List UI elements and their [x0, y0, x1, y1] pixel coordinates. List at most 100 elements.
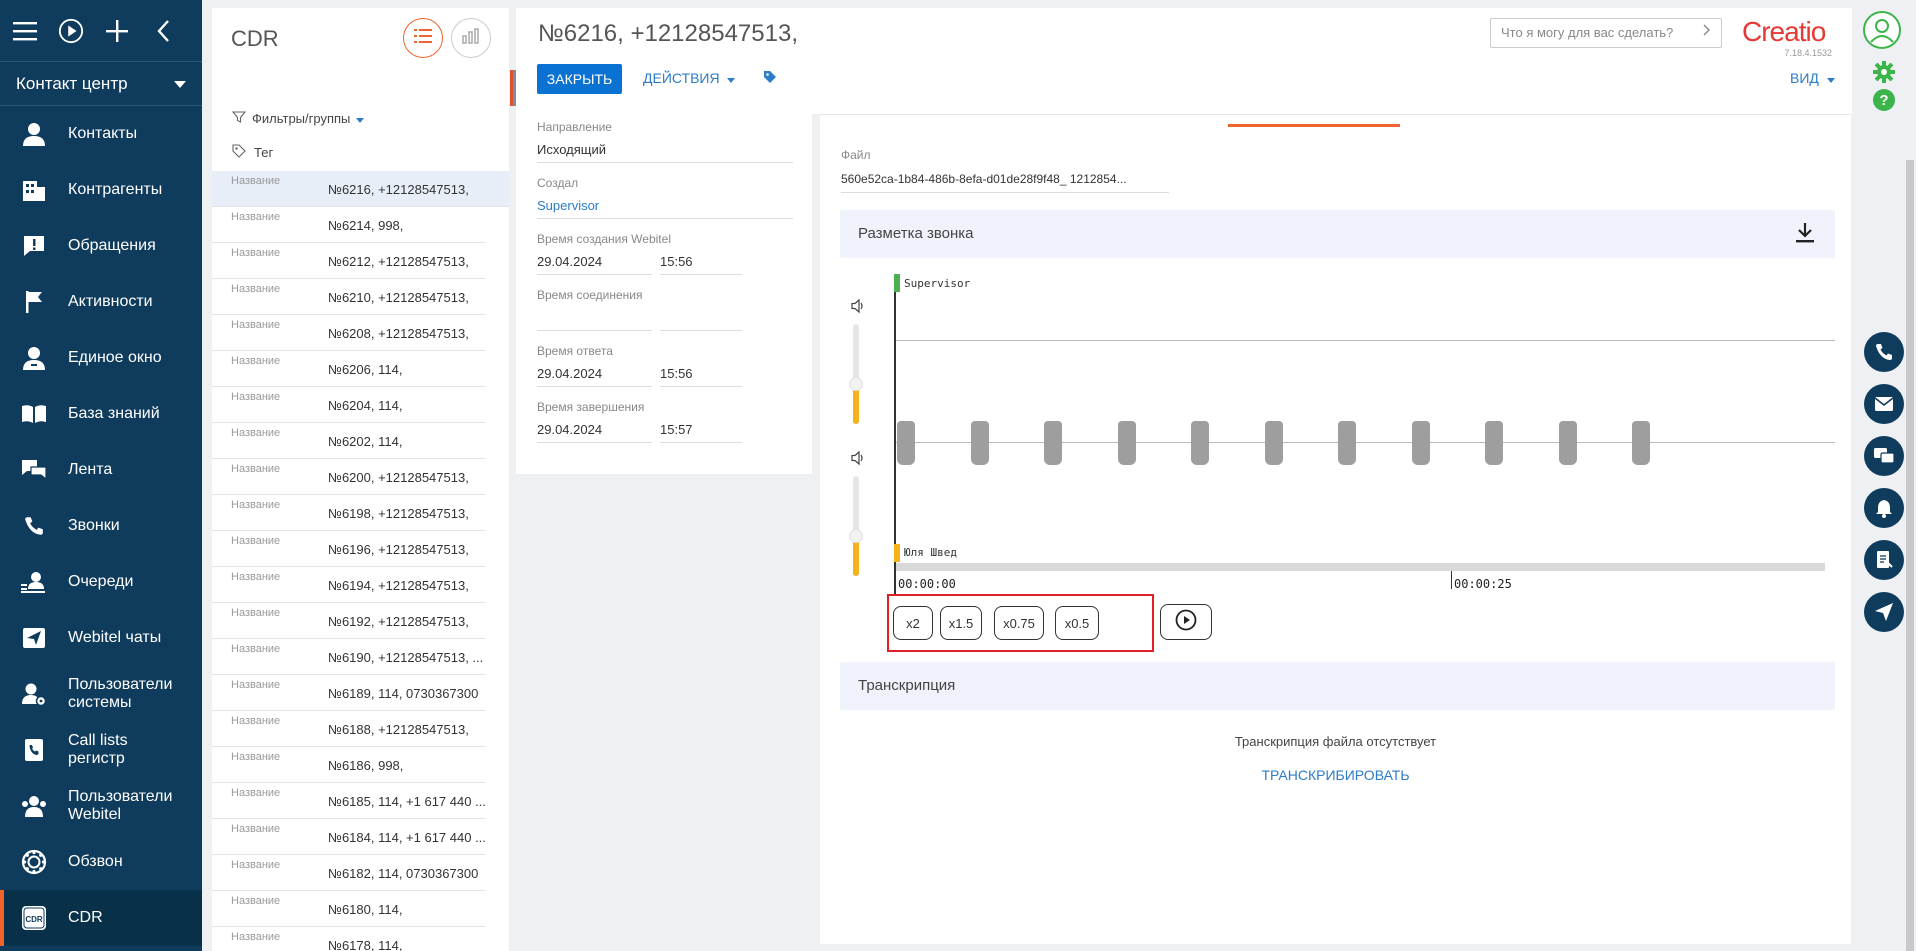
list-item[interactable]: Название №6184, 114, +1 617 440 ... — [212, 819, 486, 855]
nav-item[interactable]: Очереди — [0, 554, 202, 610]
waveform[interactable]: Supervisor Юля Швед 00:00:00 00:00:25 — [894, 274, 1835, 594]
volume-slider-top[interactable] — [849, 324, 863, 424]
search-placeholder: Что я могу для вас сделать? — [1501, 25, 1674, 40]
speaker-icon[interactable] — [850, 298, 866, 319]
list-item[interactable]: Название №6214, 998, — [212, 207, 485, 243]
list-view-button[interactable] — [403, 18, 443, 58]
nav-item[interactable]: Пользователи системы — [0, 666, 202, 722]
list-item[interactable]: Название №6210, +12128547513, — [212, 279, 485, 315]
nav-item-label: Обращения — [68, 237, 156, 254]
speed-x2-button[interactable]: x2 — [893, 606, 933, 640]
tag-filter-button[interactable]: Тег — [232, 144, 273, 161]
list-item[interactable]: Название №6200, +12128547513, — [212, 459, 485, 495]
play-circle-icon[interactable] — [58, 18, 84, 44]
nav-item[interactable]: Звонки — [0, 498, 202, 554]
nav-item[interactable]: Обращения — [0, 218, 202, 274]
send-icon[interactable] — [1864, 592, 1904, 632]
bell-icon[interactable] — [1864, 488, 1904, 528]
search-input[interactable]: Что я могу для вас сделать? — [1490, 18, 1722, 48]
list-item[interactable]: Название №6196, +12128547513, — [212, 531, 485, 567]
speed-x1-5-button[interactable]: x1.5 — [940, 606, 982, 640]
file-value[interactable]: 560e52ca-1b84-486b-8efa-d01de28f9f48_ 12… — [841, 172, 1169, 193]
end-time-field: Время завершения 29.04.2024 15:57 — [537, 400, 742, 443]
nav-item[interactable]: Webitel чаты — [0, 610, 202, 666]
actions-menu-button[interactable]: ДЕЙСТВИЯ — [643, 70, 736, 86]
list-item[interactable]: Название №6186, 998, — [212, 747, 485, 783]
list-item[interactable]: Название №6188, +12128547513, — [212, 711, 485, 747]
list-item-label: Название — [231, 571, 281, 583]
time-value[interactable]: 15:56 — [660, 366, 742, 387]
list-item[interactable]: Название №6216, +12128547513, — [212, 171, 509, 207]
list-item[interactable]: Название №6192, +12128547513, — [212, 603, 485, 639]
document-icon[interactable] — [1864, 540, 1904, 580]
list-item-label: Название — [231, 463, 281, 475]
analytics-view-button[interactable] — [451, 18, 491, 58]
date-value[interactable]: 29.04.2024 — [537, 422, 652, 443]
nav-item[interactable]: Обзвон — [0, 834, 202, 890]
transcribe-button[interactable]: ТРАНСКРИБИРОВАТЬ — [820, 767, 1851, 783]
workplace-selector[interactable]: Контакт центр — [0, 62, 202, 106]
view-menu-button[interactable]: ВИД — [1790, 70, 1835, 86]
playback-progress[interactable] — [896, 563, 1825, 571]
slider-knob[interactable] — [849, 529, 863, 543]
tag-icon[interactable] — [763, 70, 777, 89]
list-item[interactable]: Название №6182, 114, 0730367300 — [212, 855, 485, 891]
nav-item[interactable]: Активности — [0, 274, 202, 330]
list-item-label: Название — [231, 715, 281, 727]
created-by-link[interactable]: Supervisor — [537, 198, 793, 219]
list-item[interactable]: Название №6198, +12128547513, — [212, 495, 485, 531]
nav-item[interactable]: Единое окно — [0, 330, 202, 386]
list-item[interactable]: Название №6180, 114, — [212, 891, 485, 927]
time-value[interactable] — [660, 310, 742, 331]
list-item[interactable]: Название №6204, 114, — [212, 387, 485, 423]
list-item[interactable]: Название №6202, 114, — [212, 423, 485, 459]
time-value[interactable]: 15:56 — [660, 254, 742, 275]
speed-x0-5-button[interactable]: x0.5 — [1055, 606, 1099, 640]
list-item-label: Название — [231, 607, 281, 619]
list-item[interactable]: Название №6194, +12128547513, — [212, 567, 485, 603]
filters-groups-button[interactable]: Фильтры/группы — [231, 110, 365, 127]
nav-item[interactable]: Лента — [0, 442, 202, 498]
chevron-left-icon[interactable] — [150, 18, 176, 44]
close-button[interactable]: ЗАКРЫТЬ — [537, 64, 622, 94]
page-scrollbar[interactable] — [1906, 160, 1914, 951]
list-item[interactable]: Название №6208, +12128547513, — [212, 315, 485, 351]
nav-item[interactable]: Контакты — [0, 106, 202, 162]
list-item-label: Название — [231, 787, 281, 799]
nav-item[interactable]: База знаний — [0, 386, 202, 442]
email-icon[interactable] — [1864, 384, 1904, 424]
list-item[interactable]: Название №6185, 114, +1 617 440 ... — [212, 783, 486, 819]
list-item[interactable]: Название №6212, +12128547513, — [212, 243, 485, 279]
list-item[interactable]: Название №6206, 114, — [212, 351, 485, 387]
volume-slider-bottom[interactable] — [849, 476, 863, 576]
no-transcription-text: Транскрипция файла отсутствует — [1234, 734, 1437, 749]
section-title: Разметка звонка — [858, 225, 974, 242]
list-item[interactable]: Название №6189, 114, 0730367300 — [212, 675, 485, 711]
download-icon[interactable] — [1795, 222, 1815, 248]
phone-icon[interactable] — [1864, 332, 1904, 372]
audio-segment — [1191, 421, 1209, 465]
gear-icon[interactable] — [1872, 60, 1896, 89]
menu-icon[interactable] — [12, 18, 38, 44]
nav-item[interactable]: CDR CDR — [0, 890, 202, 946]
field-value[interactable]: Исходящий — [537, 142, 793, 163]
date-value[interactable]: 29.04.2024 — [537, 254, 652, 275]
nav-item[interactable]: Пользователи Webitel — [0, 778, 202, 834]
list-item[interactable]: Название №6190, +12128547513, ... — [212, 639, 485, 675]
play-button[interactable] — [1160, 604, 1212, 640]
speaker-icon[interactable] — [850, 450, 866, 471]
slider-knob[interactable] — [849, 377, 863, 391]
help-icon[interactable]: ? — [1872, 88, 1896, 117]
date-value[interactable]: 29.04.2024 — [537, 366, 652, 387]
records-list-panel: CDR Фильтры/группы Тег Название №6216, +… — [212, 8, 509, 951]
chat-icon[interactable] — [1864, 436, 1904, 476]
nav-item[interactable]: Контрагенты — [0, 162, 202, 218]
nav-item[interactable]: Call lists регистр — [0, 722, 202, 778]
profile-avatar-icon[interactable] — [1862, 10, 1902, 55]
speed-x0-75-button[interactable]: x0.75 — [994, 606, 1044, 640]
date-value[interactable] — [537, 310, 652, 331]
list-item-label: Название — [231, 283, 281, 295]
time-value[interactable]: 15:57 — [660, 422, 742, 443]
list-item[interactable]: Название №6178, 114, — [212, 927, 485, 951]
plus-icon[interactable] — [104, 18, 130, 44]
